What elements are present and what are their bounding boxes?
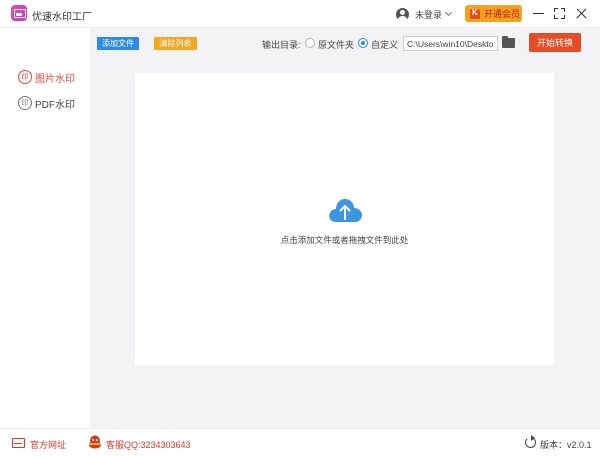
clear-list-button[interactable]: 清除列表 — [154, 37, 197, 50]
folder-icon[interactable] — [502, 36, 515, 48]
app-title: 优速水印工厂 — [32, 12, 92, 23]
customer-service-qq: 客服QQ:3234303643 — [106, 440, 191, 450]
sidebar-item-label: PDF水印 — [35, 99, 75, 111]
stamp-icon: 印 — [18, 70, 32, 84]
version-label: 版本：v2.0.1 — [540, 440, 592, 450]
radio-original-folder[interactable] — [305, 38, 315, 48]
qq-penguin-icon — [89, 435, 101, 449]
stamp-icon: 印 — [18, 96, 32, 110]
output-path-input[interactable] — [403, 36, 498, 51]
sidebar: 印 图片水印 印 PDF水印 — [0, 28, 90, 428]
sidebar-item-image-watermark[interactable]: 印 图片水印 — [18, 69, 75, 85]
website-icon — [12, 438, 25, 448]
open-vip-button[interactable]: 开通会员 — [465, 5, 522, 22]
radio-custom-label[interactable]: 自定义 — [371, 38, 398, 51]
chevron-down-icon — [444, 8, 453, 17]
file-drop-area[interactable]: 点击添加文件或者拖拽文件到此处 — [135, 73, 554, 365]
radio-custom[interactable] — [358, 38, 368, 48]
close-icon[interactable] — [574, 6, 589, 21]
title-bar: 优速水印工厂 未登录 开通会员 — [0, 0, 600, 28]
sidebar-item-pdf-watermark[interactable]: 印 PDF水印 — [18, 95, 75, 111]
user-login-label: 未登录 — [415, 9, 443, 20]
refresh-icon[interactable] — [525, 435, 536, 448]
start-convert-button[interactable]: 开始转换 — [529, 33, 581, 52]
app-logo-icon — [11, 5, 27, 21]
minimize-icon[interactable] — [531, 6, 546, 21]
user-login-menu[interactable]: 未登录 — [396, 6, 453, 22]
radio-original-folder-label[interactable]: 原文件夹 — [318, 38, 354, 51]
sidebar-item-label: 图片水印 — [35, 73, 75, 85]
vip-icon — [470, 8, 480, 19]
vip-label: 开通会员 — [484, 9, 521, 19]
drop-hint-text: 点击添加文件或者拖拽文件到此处 — [280, 235, 409, 245]
add-file-button[interactable]: 添加文件 — [97, 37, 139, 50]
maximize-icon[interactable] — [552, 6, 567, 21]
footer: 官方网址 客服QQ:3234303643 版本：v2.0.1 — [0, 428, 600, 456]
user-icon — [396, 7, 409, 21]
official-site-link[interactable]: 官方网址 — [30, 438, 66, 451]
output-directory-label: 输出目录: — [262, 40, 301, 50]
cloud-upload-icon — [329, 199, 362, 222]
